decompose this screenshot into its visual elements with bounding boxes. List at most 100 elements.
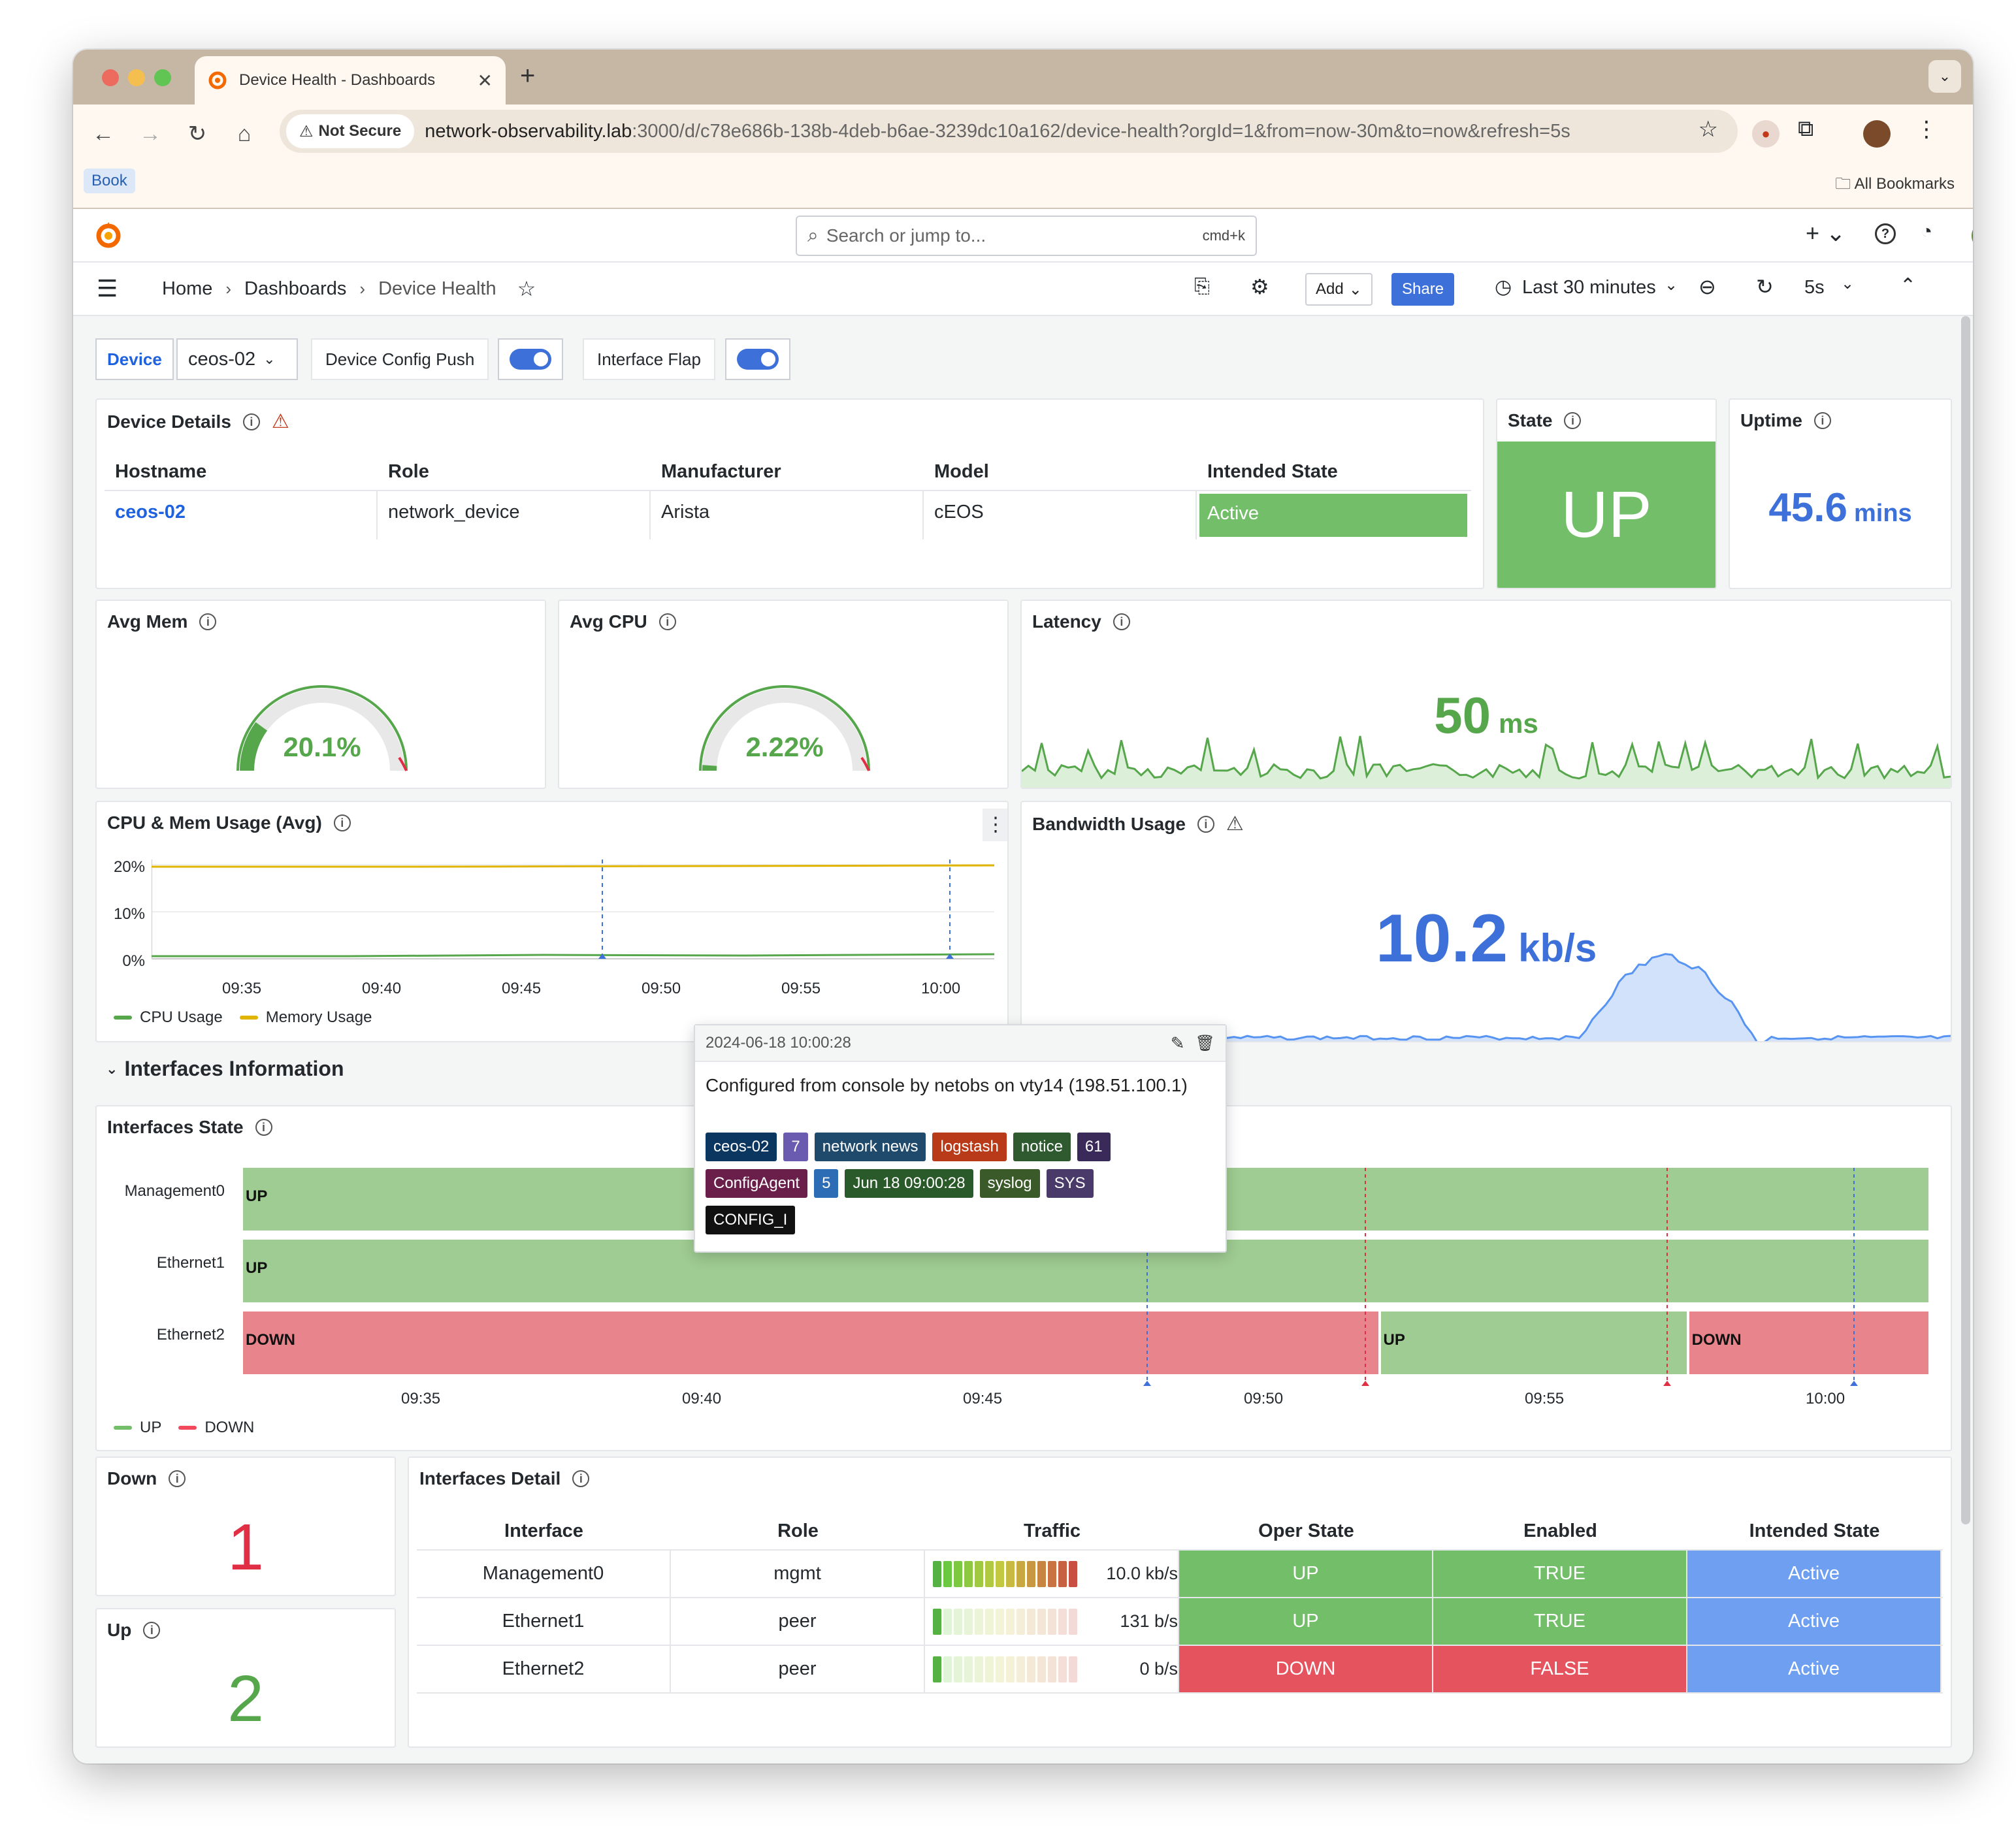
new-icon[interactable]: + ⌄ (1806, 219, 1845, 247)
scrollbar[interactable] (1961, 316, 1970, 1524)
zoom-out-icon[interactable]: ⊖ (1699, 274, 1716, 299)
chevron-down-icon[interactable]: ⌄ (1841, 274, 1854, 293)
info-icon[interactable]: i (1113, 613, 1130, 630)
info-icon[interactable]: i (169, 1470, 186, 1487)
bookmark-star-icon[interactable]: ☆ (1699, 116, 1718, 142)
home-icon[interactable]: ⌂ (221, 121, 268, 147)
breadcrumb-home[interactable]: Home (162, 278, 212, 300)
help-icon[interactable]: ? (1875, 223, 1896, 244)
annotation-tag: 61 (1077, 1133, 1111, 1161)
info-icon[interactable]: i (333, 814, 351, 831)
uptime-title: Uptime (1740, 410, 1802, 430)
legend-down[interactable]: DOWN (204, 1419, 254, 1437)
annotation-tag: 5 (814, 1169, 839, 1198)
search-input[interactable]: ⌕ Search or jump to... cmd+k (796, 216, 1257, 256)
grafana-logo-icon[interactable] (93, 219, 124, 251)
extensions-puzzle-icon[interactable]: ⧉ (1798, 116, 1813, 142)
device-select[interactable]: ceos-02 ⌄ (176, 338, 298, 380)
browser-tab[interactable]: Device Health - Dashboards ✕ (195, 56, 506, 105)
legend-up[interactable]: UP (140, 1419, 161, 1437)
table-row: Ethernet1 peer 131 b/s UP TRUE Active (417, 1598, 1943, 1646)
star-icon[interactable]: ☆ (517, 276, 536, 301)
legend-cpu[interactable]: CPU Usage (140, 1008, 223, 1027)
omnibox[interactable]: ⚠ Not Secure network-observability.lab:30… (280, 110, 1738, 153)
profile-avatar[interactable] (1863, 120, 1891, 148)
chevron-down-icon[interactable]: ⌄ (1665, 276, 1678, 295)
browser-menu-icon[interactable]: ⋮ (1915, 116, 1938, 142)
collapse-chevron-up-icon[interactable]: ⌃ (1900, 274, 1916, 297)
refresh-interval[interactable]: 5s (1804, 277, 1825, 298)
back-icon[interactable]: ← (80, 121, 127, 147)
column-header[interactable]: Enabled (1433, 1510, 1687, 1549)
save-icon[interactable]: ⎘ (1194, 276, 1210, 298)
info-icon[interactable]: i (242, 413, 260, 430)
forward-icon[interactable]: → (127, 121, 174, 147)
minimize-window-button[interactable] (128, 69, 145, 86)
user-avatar[interactable] (1972, 221, 1973, 251)
panel-menu-icon[interactable]: ⋮ (983, 809, 1007, 841)
add-button[interactable]: Add ⌄ (1305, 273, 1373, 306)
state-segment[interactable]: DOWN (243, 1311, 1378, 1374)
info-icon[interactable]: i (658, 613, 676, 630)
warning-icon[interactable]: ⚠ (272, 410, 289, 433)
panel-title: Avg CPU i (570, 611, 676, 632)
table-header-row: Interface Role Traffic Oper State Enable… (417, 1510, 1943, 1551)
refresh-icon[interactable]: ↻ (1756, 274, 1774, 299)
warning-icon[interactable]: ⚠ (1226, 812, 1244, 835)
close-window-button[interactable] (102, 69, 119, 86)
time-range-picker[interactable]: Last 30 minutes (1522, 277, 1656, 298)
traffic-gauge (933, 1608, 1077, 1635)
menu-hamburger-icon[interactable]: ☰ (97, 275, 149, 302)
new-tab-icon[interactable]: + (520, 61, 535, 91)
breadcrumb-dashboards[interactable]: Dashboards (244, 278, 346, 300)
all-bookmarks[interactable]: 🗀 All Bookmarks (1835, 172, 1955, 199)
edit-pencil-icon[interactable]: ✎ (1171, 1033, 1185, 1054)
table-row: Management0 mgmt 10.0 kb/s UP TRUE Active (417, 1551, 1943, 1598)
legend-swatch (178, 1426, 197, 1430)
column-header[interactable]: Traffic (925, 1510, 1179, 1549)
maximize-window-button[interactable] (154, 69, 171, 86)
share-button[interactable]: Share (1391, 273, 1455, 306)
url-text[interactable]: network-observability.lab:3000/d/c78e686… (425, 121, 1570, 142)
reload-icon[interactable]: ↻ (174, 121, 221, 147)
gauge-segment (954, 1608, 962, 1635)
column-header[interactable]: Intended State (1687, 1510, 1942, 1549)
annotation-tag: syslog (979, 1169, 1040, 1198)
latency-unit: ms (1499, 708, 1538, 739)
up-count-panel: Up i 2 (95, 1608, 396, 1748)
enabled-cell: FALSE (1433, 1646, 1687, 1692)
legend-memory[interactable]: Memory Usage (266, 1008, 372, 1027)
config-push-toggle[interactable] (498, 338, 563, 380)
interface-flap-toggle[interactable] (725, 338, 790, 380)
info-icon[interactable]: i (1564, 412, 1582, 429)
delete-trash-icon[interactable]: 🗑 (1195, 1034, 1215, 1053)
info-icon[interactable]: i (199, 613, 217, 630)
table-row: Ethernet2 peer 0 b/s DOWN FALSE Active (417, 1646, 1943, 1694)
close-tab-icon[interactable]: ✕ (478, 70, 493, 91)
uptime-unit: mins (1853, 500, 1912, 527)
annotation-tags: CONFIG_I (706, 1206, 796, 1234)
state-segment[interactable]: DOWN (1689, 1311, 1928, 1374)
news-rss-icon[interactable]: ◔ (1921, 221, 1932, 243)
column-header[interactable]: Oper State (1179, 1510, 1433, 1549)
tab-search-icon[interactable]: ⌄ (1928, 60, 1961, 93)
traffic-value: 0 b/s (1139, 1659, 1178, 1679)
info-icon[interactable]: i (255, 1119, 272, 1136)
info-icon[interactable]: i (1813, 412, 1831, 429)
state-segment[interactable]: UP (1380, 1311, 1687, 1374)
info-icon[interactable]: i (1197, 815, 1214, 833)
hostname-link[interactable]: ceos-02 (105, 491, 378, 539)
legend-swatch (239, 1016, 258, 1020)
column-header[interactable]: Interface (417, 1510, 671, 1549)
bookmark-item[interactable]: Book (84, 169, 135, 193)
annotation-time: 2024-06-18 10:00:28 (706, 1034, 851, 1052)
info-icon[interactable]: i (143, 1622, 161, 1639)
interfaces-section-row[interactable]: ⌄ Interfaces Information (106, 1057, 344, 1081)
latency-value: 50 (1434, 686, 1491, 744)
settings-gear-icon[interactable]: ⚙ (1250, 274, 1269, 299)
info-icon[interactable]: i (572, 1470, 590, 1487)
not-secure-badge[interactable]: ⚠ Not Secure (286, 114, 415, 148)
state-title: State (1508, 410, 1553, 430)
extension-icon[interactable]: ● (1752, 120, 1780, 148)
column-header[interactable]: Role (671, 1510, 925, 1549)
